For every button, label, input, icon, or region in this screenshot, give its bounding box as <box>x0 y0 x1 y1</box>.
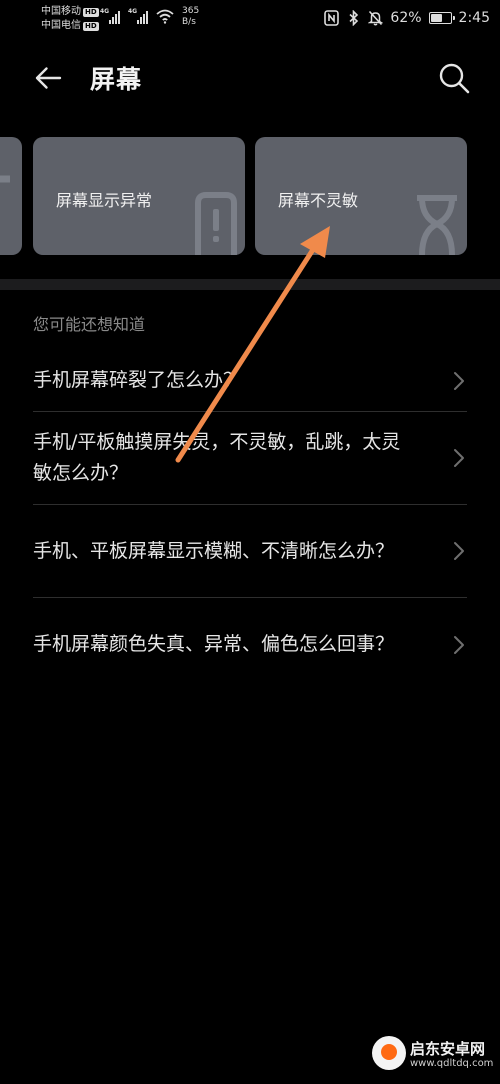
arrow-left-icon <box>35 67 62 89</box>
faq-item[interactable]: 手机/平板触摸屏失灵，不灵敏，乱跳，太灵敏怎么办？ <box>33 412 467 505</box>
hourglass-icon <box>417 195 457 255</box>
site-watermark: 启东安卓网 www.qdltdq.com <box>368 1030 498 1082</box>
back-button[interactable] <box>30 62 66 94</box>
battery-level-fill <box>430 14 442 22</box>
network-speed-value: 365 <box>182 6 200 16</box>
faq-item-text: 手机屏幕颜色失真、异常、偏色怎么回事？ <box>33 633 395 655</box>
status-bar: 中国移动 HD 中国电信 HD 4G 4G 365 B/s 62% 2:45 <box>0 0 500 38</box>
faq-item[interactable]: 手机、平板屏幕显示模糊、不清晰怎么办？ <box>33 505 467 598</box>
network-type-2: 4G <box>128 8 138 15</box>
carrier-1-name: 中国移动 <box>41 6 81 17</box>
topic-card-label: 屏幕不灵敏 <box>278 191 359 210</box>
faq-item[interactable]: 手机屏幕碎裂了怎么办？ <box>33 350 467 412</box>
bluetooth-icon <box>349 10 359 26</box>
network-type-1: 4G <box>100 8 110 15</box>
status-time: 2:45 <box>458 10 490 26</box>
network-speed: 365 B/s <box>182 6 199 28</box>
faq-item-text: 手机屏幕碎裂了怎么办？ <box>33 369 243 391</box>
app-bar: 屏幕 <box>0 50 500 106</box>
watermark-name: 启东安卓网 <box>410 1040 486 1058</box>
topic-card-label: 屏幕显示异常 <box>56 191 153 210</box>
page-title: 屏幕 <box>90 65 143 94</box>
chevron-right-icon <box>454 542 464 560</box>
carrier-2-name: 中国电信 <box>41 20 81 31</box>
section-divider <box>0 279 500 290</box>
chevron-right-icon <box>454 635 464 654</box>
signal-indicators: 4G 4G <box>100 8 174 24</box>
watermark-url: www.qdltdq.com <box>410 1058 494 1069</box>
bell-muted-icon <box>368 10 384 26</box>
nfc-icon <box>324 10 340 26</box>
phone-alert-icon <box>195 192 237 255</box>
phone-outline-icon <box>0 175 10 183</box>
hd-badge-2: HD <box>83 21 99 31</box>
topic-card-display-abnormal[interactable]: 屏幕显示异常 <box>33 137 245 255</box>
topic-cards: 屏幕显示异常 屏幕不灵敏 <box>0 137 500 257</box>
chevron-right-icon <box>454 449 464 467</box>
status-right-group: 62% 2:45 <box>324 6 490 30</box>
faq-item-text: 手机/平板触摸屏失灵，不灵敏，乱跳，太灵敏怎么办？ <box>33 431 401 484</box>
search-button[interactable] <box>436 60 472 96</box>
topic-card-screen-insensitive[interactable]: 屏幕不灵敏 <box>255 137 467 255</box>
hd-badge-1: HD <box>83 7 99 17</box>
carrier-info: 中国移动 HD 中国电信 HD <box>41 5 99 33</box>
signal-1-icon: 4G <box>100 8 120 24</box>
faq-item-text: 手机、平板屏幕显示模糊、不清晰怎么办？ <box>33 539 395 562</box>
faq-item[interactable]: 手机屏幕颜色失真、异常、偏色怎么回事？ <box>33 598 467 691</box>
search-icon <box>439 63 470 94</box>
faq-list: 手机屏幕碎裂了怎么办？ 手机/平板触摸屏失灵，不灵敏，乱跳，太灵敏怎么办？ 手机… <box>33 350 467 691</box>
topic-card-partial[interactable] <box>0 137 22 255</box>
wifi-icon <box>156 9 174 24</box>
faq-section-heading: 您可能还想知道 <box>33 315 146 334</box>
battery-icon <box>428 12 455 24</box>
watermark-logo-icon <box>372 1036 406 1070</box>
signal-2-icon: 4G <box>128 8 148 24</box>
network-speed-unit: B/s <box>182 17 196 27</box>
chevron-right-icon <box>454 371 464 390</box>
battery-percent: 62% <box>390 10 422 26</box>
